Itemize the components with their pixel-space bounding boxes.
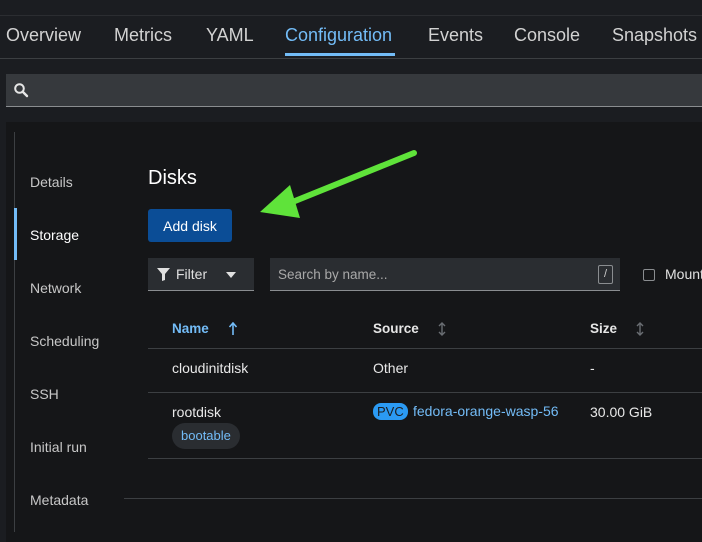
search-icon [14, 83, 29, 98]
caret-down-icon [226, 272, 236, 278]
filter-label: Filter [176, 266, 208, 282]
mount-checkbox[interactable] [643, 269, 655, 281]
column-header-source[interactable]: Source [373, 321, 419, 336]
disk-name: cloudinitdisk [172, 360, 249, 376]
tab-events[interactable]: Events [428, 25, 483, 46]
search-by-name-input[interactable] [270, 258, 620, 291]
top-strip [0, 0, 702, 16]
filter-icon [157, 268, 170, 281]
table-header-divider [148, 348, 702, 349]
table-row-divider [148, 392, 702, 393]
pvc-source-link[interactable]: fedora-orange-wasp-56 [413, 403, 559, 419]
sidebar-item-network[interactable]: Network [30, 280, 81, 296]
tab-console[interactable]: Console [514, 25, 580, 46]
column-header-size[interactable]: Size [590, 321, 617, 336]
sidebar-active-indicator [14, 208, 17, 260]
sort-ascending-icon[interactable] [229, 322, 237, 336]
disk-size: 30.00 GiB [590, 404, 653, 420]
filter-dropdown[interactable]: Filter [148, 258, 254, 291]
mount-checkbox-label: Mount [665, 266, 702, 282]
annotation-arrow-icon [260, 150, 417, 218]
sort-icon[interactable] [438, 322, 446, 336]
tab-snapshots[interactable]: Snapshots [612, 25, 697, 46]
disk-source: Other [373, 360, 409, 376]
sidebar-item-initial-run[interactable]: Initial run [30, 439, 87, 455]
sidebar-item-scheduling[interactable]: Scheduling [30, 333, 99, 349]
tab-metrics[interactable]: Metrics [114, 25, 172, 46]
pvc-badge: PVC [373, 403, 408, 420]
tab-yaml[interactable]: YAML [206, 25, 254, 46]
search-shortcut-hint: / [598, 265, 613, 284]
sidebar-item-storage[interactable]: Storage [30, 227, 79, 243]
column-header-name[interactable]: Name [172, 321, 209, 336]
sort-icon[interactable] [636, 322, 644, 336]
section-divider [124, 498, 702, 499]
global-search-bar[interactable] [6, 74, 702, 107]
add-disk-button[interactable]: Add disk [148, 209, 232, 242]
sidebar-divider [14, 132, 15, 532]
sidebar-item-details[interactable]: Details [30, 174, 73, 190]
sidebar-item-ssh[interactable]: SSH [30, 386, 59, 402]
tab-configuration[interactable]: Configuration [285, 25, 392, 46]
sidebar-item-metadata[interactable]: Metadata [30, 492, 88, 508]
active-tab-indicator [285, 53, 395, 56]
disks-heading: Disks [148, 167, 197, 189]
table-row-divider [148, 458, 702, 459]
disk-name: rootdisk [172, 404, 222, 420]
bootable-label: bootable [172, 423, 240, 449]
tab-overview[interactable]: Overview [6, 25, 81, 46]
disk-size: - [590, 360, 595, 376]
